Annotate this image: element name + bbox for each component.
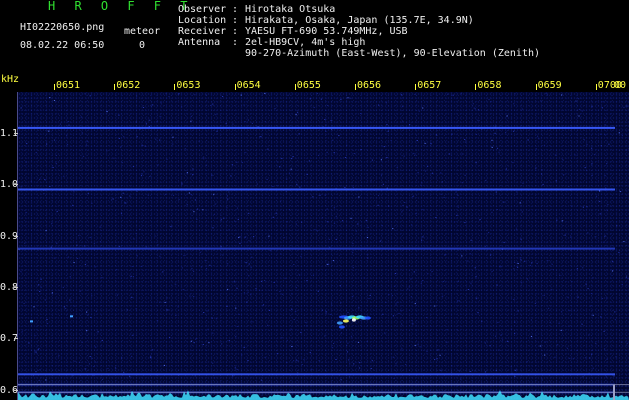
info-value: Hirotaka Otsuka xyxy=(245,4,336,15)
noise-speckles xyxy=(18,92,629,381)
x-tick-label: 0652 xyxy=(116,80,141,91)
info-separator: : xyxy=(232,26,239,37)
carrier-line xyxy=(18,188,615,191)
y-tick-mark xyxy=(14,184,18,186)
x-tick-mark xyxy=(234,84,236,90)
x-tick-mark xyxy=(535,84,537,90)
x-tick-mark xyxy=(114,84,116,90)
x-tick-label: 0653 xyxy=(176,80,201,91)
info-value: 2el-HB9CV, 4m's high xyxy=(245,37,366,48)
info-separator: : xyxy=(232,37,239,48)
info-value: Hirakata, Osaka, Japan (135.7E, 34.9N) xyxy=(245,15,474,26)
x-tick-label: 0655 xyxy=(296,80,321,91)
y-tick-mark xyxy=(14,287,18,289)
x-tick-mark xyxy=(355,84,356,90)
echo-speck xyxy=(30,320,33,323)
x-tick-mark xyxy=(174,84,176,90)
info-key: Location xyxy=(178,15,227,26)
echo-speck xyxy=(70,315,73,318)
info-key: Receiver xyxy=(178,26,227,37)
info-separator: : xyxy=(232,4,239,15)
timestamp-label: 08.02.22 06:50 xyxy=(20,40,105,51)
x-tick-label: 0656 xyxy=(357,80,382,91)
carrier-line xyxy=(18,247,615,250)
echo-event xyxy=(336,315,371,329)
x-tick-label: 0654 xyxy=(236,80,261,91)
meteor-count: 0 xyxy=(139,40,146,51)
x-tick-label: 0657 xyxy=(417,80,442,91)
carrier-line xyxy=(18,391,629,393)
y-tick-mark xyxy=(14,133,18,135)
info-separator: : xyxy=(232,15,239,26)
info-key: Antenna xyxy=(178,37,221,48)
x-tick-mark xyxy=(294,84,296,90)
spectrogram-screen: H R O F F T HI02220650.png 08.02.22 06:5… xyxy=(0,0,629,400)
spectrogram-plot xyxy=(18,92,629,400)
y-tick-mark xyxy=(14,235,18,237)
y-tick-mark xyxy=(14,338,18,340)
y-tick-mark xyxy=(14,389,18,391)
x-tick-label: 0659 xyxy=(537,80,562,91)
info-value: 90-270-Azimuth (East-West), 90-Elevation… xyxy=(245,48,541,59)
meteor-label: meteor xyxy=(124,26,161,37)
x-tick-mark xyxy=(415,84,417,90)
y-axis-line xyxy=(17,92,18,400)
filename-label: HI02220650.png xyxy=(20,22,105,33)
x-tick-mark xyxy=(595,84,597,90)
carrier-line xyxy=(18,373,615,376)
time-marker xyxy=(613,384,615,400)
x-tick-mark xyxy=(475,84,477,90)
brand-title: H R O F F T xyxy=(48,0,194,13)
x-tick-label: 0658 xyxy=(477,80,502,91)
x-tick-label: 00 xyxy=(614,80,627,91)
carrier-line xyxy=(18,384,629,386)
x-tick-mark xyxy=(54,84,55,90)
x-tick-label: 0651 xyxy=(56,80,81,91)
spectrogram-svg xyxy=(18,92,629,400)
info-value: YAESU FT-690 53.749MHz, USB xyxy=(245,26,408,37)
info-key: Observer xyxy=(178,4,227,15)
carrier-line xyxy=(18,126,615,129)
